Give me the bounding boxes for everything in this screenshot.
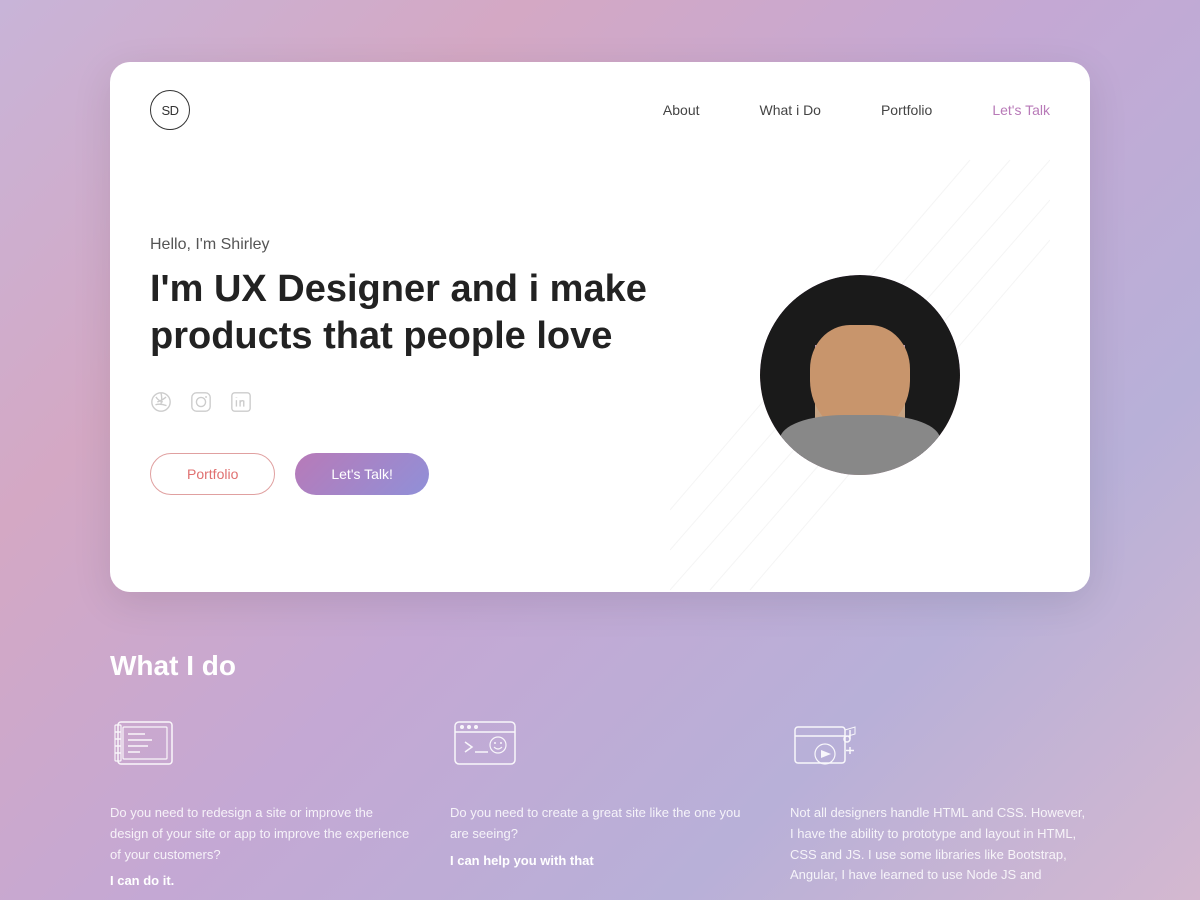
service-card-code: Not all designers handle HTML and CSS. H…	[790, 712, 1090, 894]
service-card-web: Do you need to create a great site like …	[450, 712, 750, 894]
navbar: SD About What i Do Portfolio Let's Talk	[110, 62, 1090, 158]
avatar	[760, 275, 960, 475]
service-card-ux: Do you need to redesign a site or improv…	[110, 712, 410, 894]
nav-what-i-do[interactable]: What i Do	[760, 102, 821, 118]
portfolio-button[interactable]: Portfolio	[150, 453, 275, 495]
service-cta-2: I can help you with that	[450, 853, 750, 868]
hero-section: Hello, I'm Shirley I'm UX Designer and i…	[110, 158, 1090, 592]
main-card: SD About What i Do Portfolio Let's Talk …	[110, 62, 1090, 592]
code-icon	[790, 712, 860, 782]
service-desc-2: Do you need to create a great site like …	[450, 803, 750, 845]
service-desc-3: Not all designers handle HTML and CSS. H…	[790, 803, 1090, 886]
service-desc-1: Do you need to redesign a site or improv…	[110, 803, 410, 865]
nav-about[interactable]: About	[663, 102, 700, 118]
web-dev-icon	[450, 712, 520, 782]
section-title: What I do	[110, 650, 1090, 682]
nav-links: About What i Do Portfolio Let's Talk	[663, 102, 1050, 118]
dribbble-icon[interactable]	[150, 391, 172, 413]
ux-design-icon	[110, 712, 180, 782]
avatar-body	[780, 415, 940, 475]
logo[interactable]: SD	[150, 90, 190, 130]
linkedin-icon[interactable]	[230, 391, 252, 413]
avatar-face	[760, 275, 960, 475]
service-cta-1: I can do it.	[110, 873, 410, 888]
greeting-text: Hello, I'm Shirley	[150, 236, 1050, 254]
what-i-do-section: What I do Do you need to redesign a site…	[0, 620, 1200, 900]
instagram-icon[interactable]	[190, 391, 212, 413]
nav-lets-talk[interactable]: Let's Talk	[992, 102, 1050, 118]
services-grid: Do you need to redesign a site or improv…	[110, 712, 1090, 894]
hero-title: I'm UX Designer and i make products that…	[150, 266, 670, 361]
lets-talk-button[interactable]: Let's Talk!	[295, 453, 429, 495]
nav-portfolio[interactable]: Portfolio	[881, 102, 932, 118]
